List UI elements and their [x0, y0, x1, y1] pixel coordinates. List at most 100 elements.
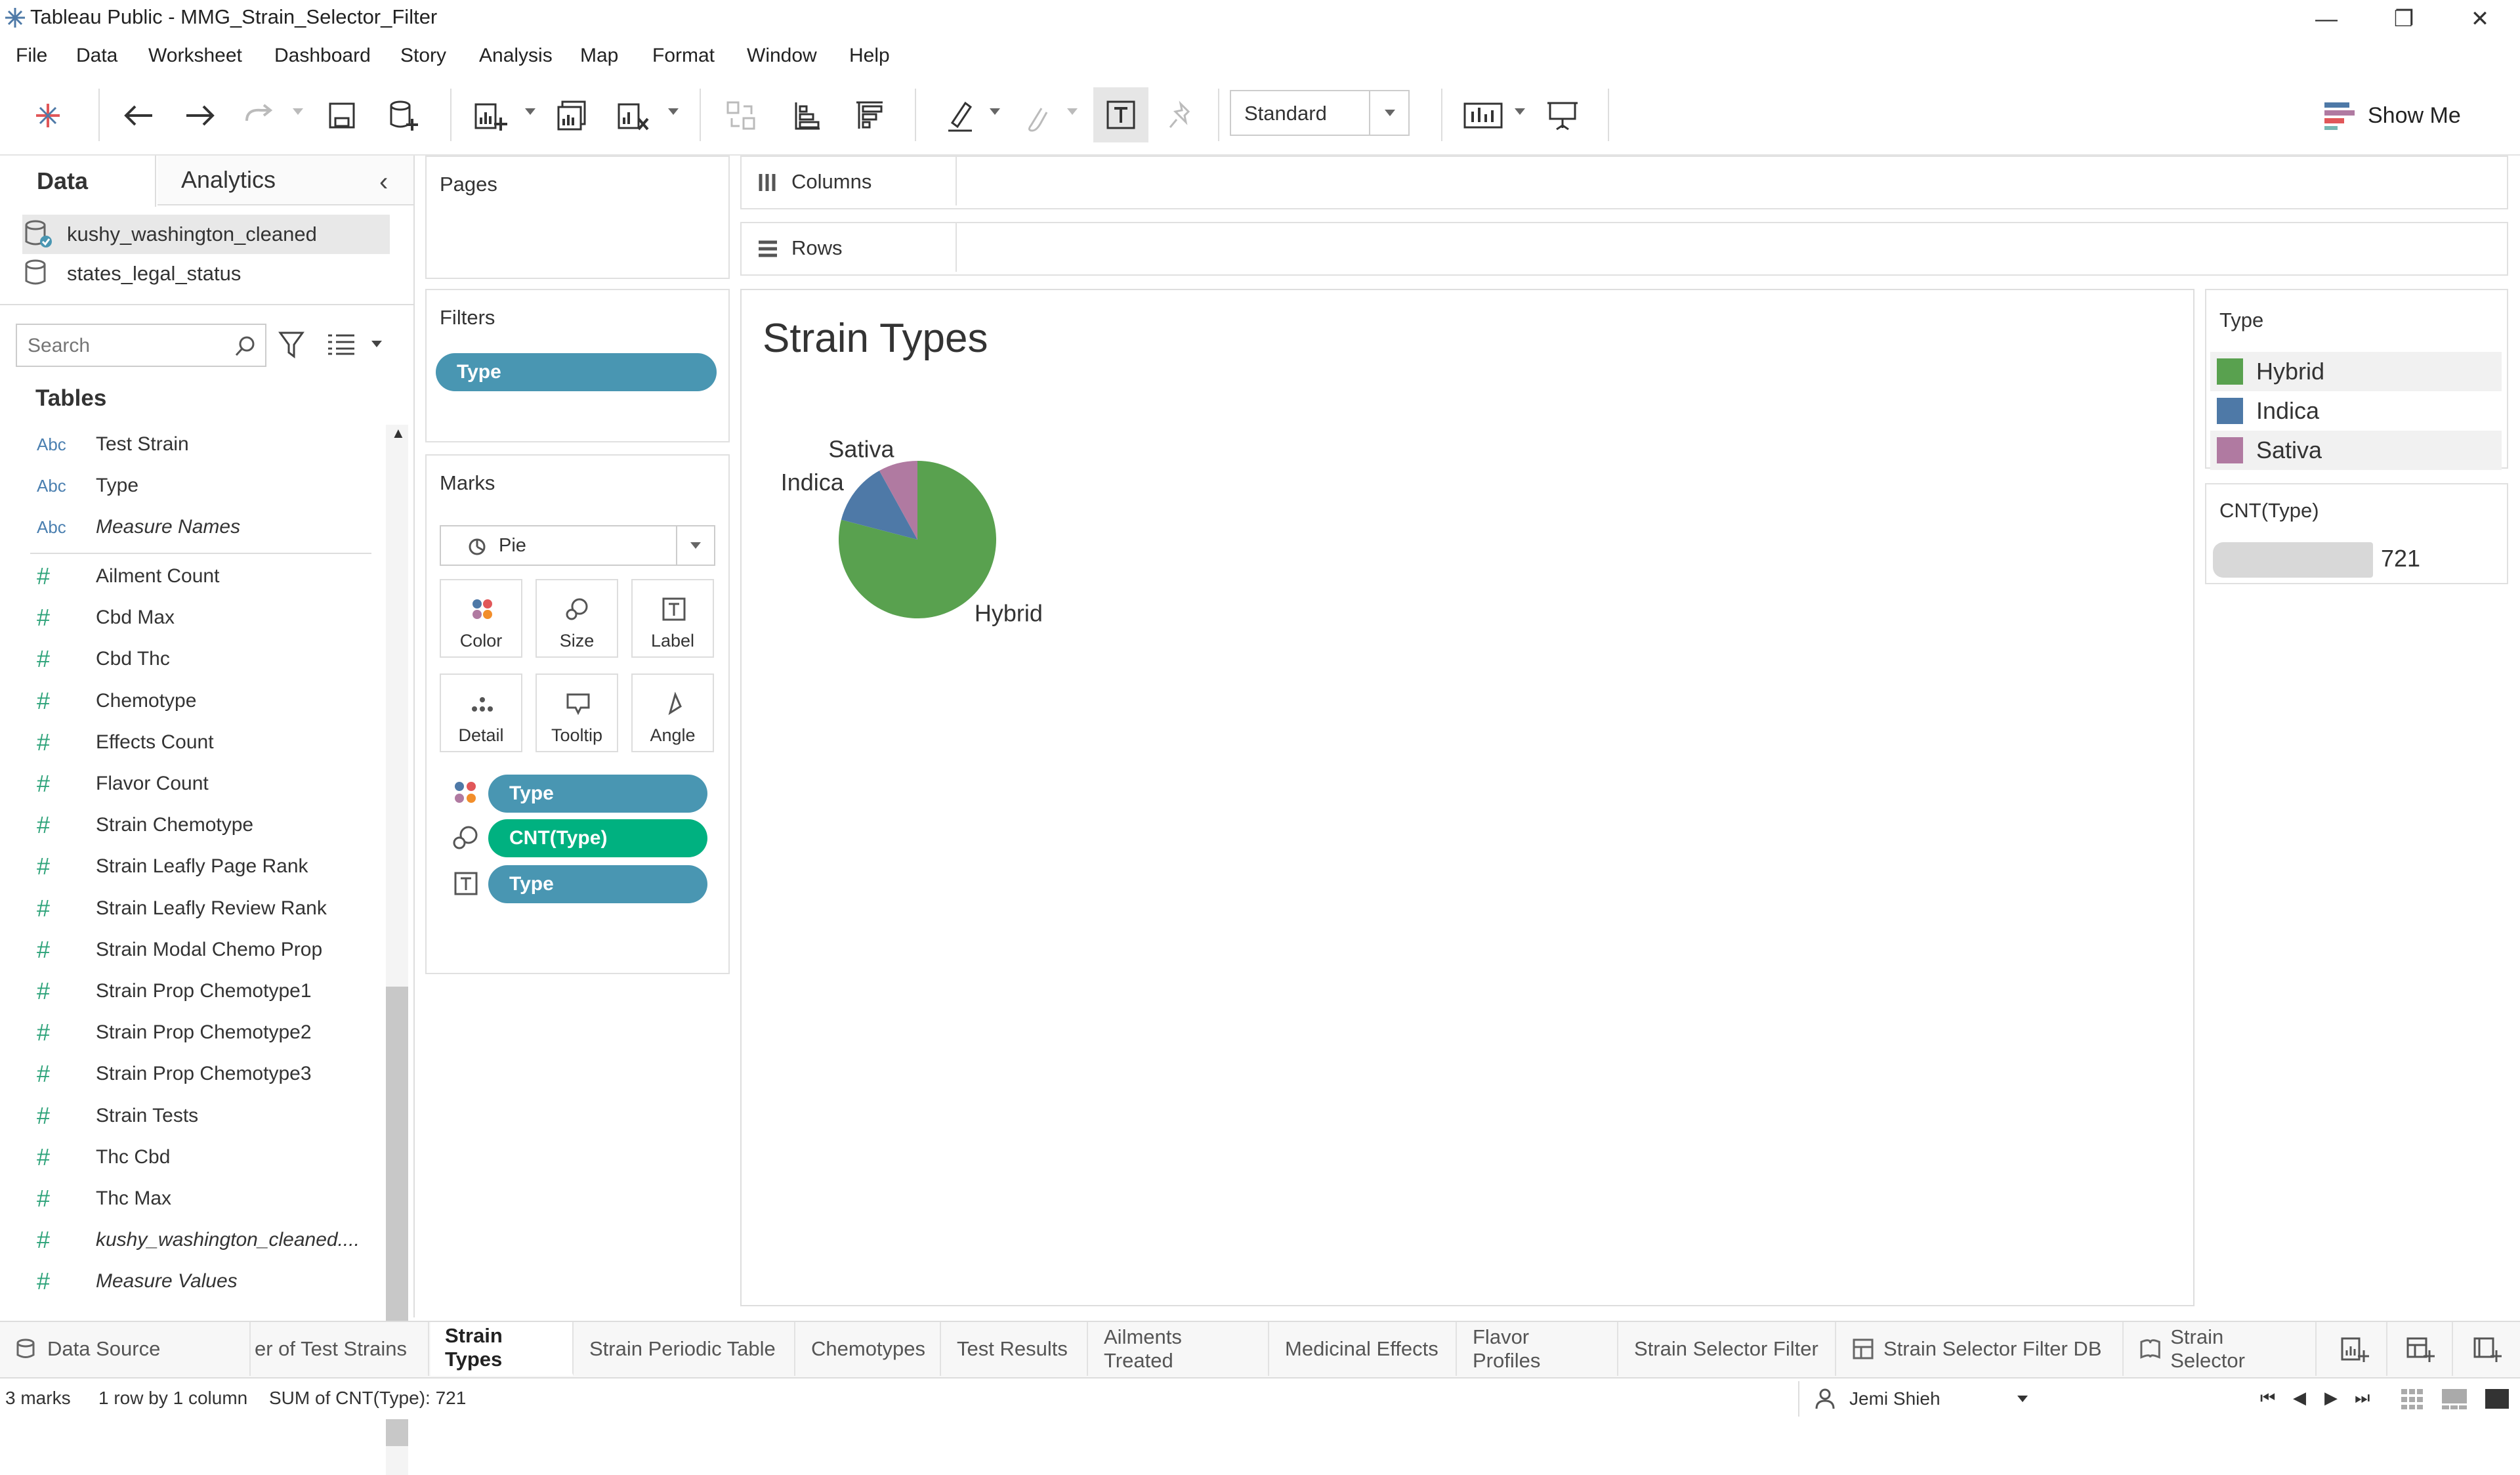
view-list-icon[interactable] — [327, 333, 356, 356]
user-menu[interactable]: Jemi Shieh — [1798, 1381, 2041, 1417]
color-legend[interactable]: Type Hybrid Indica Sativa — [2205, 289, 2508, 470]
show-mark-labels-icon[interactable] — [1093, 87, 1148, 142]
measure-field[interactable]: # Effects Count — [37, 723, 214, 762]
new-worksheet-tab-icon[interactable] — [2323, 1322, 2387, 1376]
highlight-icon[interactable] — [937, 93, 983, 139]
filmstrip-icon[interactable] — [2441, 1388, 2468, 1410]
sort-descending-icon[interactable] — [847, 93, 892, 139]
sort-ascending-icon[interactable] — [784, 93, 830, 139]
tab-strain-selector[interactable]: Strain Selector — [2125, 1322, 2317, 1376]
measure-field[interactable]: # Chemotype — [37, 681, 196, 721]
menu-window[interactable]: Window — [747, 45, 817, 67]
tab-strain-periodic-table[interactable]: Strain Periodic Table — [575, 1322, 795, 1376]
menu-worksheet[interactable]: Worksheet — [148, 45, 242, 67]
tab-strain-types[interactable]: Strain Types — [430, 1322, 574, 1376]
presentation-mode-icon[interactable] — [1540, 93, 1586, 139]
measure-field[interactable]: # Strain Prop Chemotype1 — [37, 972, 312, 1011]
clear-sheet-icon[interactable] — [610, 93, 656, 139]
save-icon[interactable] — [319, 93, 365, 139]
filters-shelf[interactable]: Filters Type — [425, 289, 730, 442]
marks-color-button[interactable]: Color — [440, 579, 522, 658]
dimension-field[interactable]: Abc Type — [37, 466, 138, 505]
tab-analytics[interactable]: Analytics — [158, 156, 413, 205]
search-input[interactable] — [26, 331, 226, 360]
measure-field[interactable]: # Flavor Count — [37, 764, 209, 803]
legend-item-hybrid[interactable]: Hybrid — [2210, 352, 2502, 391]
restore-button[interactable]: ❐ — [2368, 0, 2440, 38]
new-story-tab-icon[interactable] — [2454, 1322, 2520, 1376]
undo-icon[interactable] — [116, 93, 161, 139]
worksheet-view[interactable]: Strain Types Hybrid Indica Sativa — [740, 289, 2194, 1306]
measure-field[interactable]: # Strain Prop Chemotype2 — [37, 1013, 312, 1052]
menu-map[interactable]: Map — [580, 45, 618, 67]
new-worksheet-icon[interactable] — [467, 93, 513, 139]
menu-analysis[interactable]: Analysis — [479, 45, 553, 67]
chevron-down-icon[interactable] — [371, 341, 382, 347]
menu-dashboard[interactable]: Dashboard — [274, 45, 371, 67]
menu-story[interactable]: Story — [400, 45, 446, 67]
menu-file[interactable]: File — [16, 45, 47, 67]
legend-item-indica[interactable]: Indica — [2210, 391, 2502, 431]
mark-type-dropdown[interactable]: Pie — [440, 525, 715, 566]
sheet-sorter-icon[interactable] — [2401, 1388, 2424, 1410]
measure-field[interactable]: # Thc Max — [37, 1179, 171, 1218]
measure-field[interactable]: # Strain Prop Chemotype3 — [37, 1054, 312, 1094]
measure-field[interactable]: # Strain Chemotype — [37, 805, 253, 845]
measure-field[interactable]: # Strain Leafly Page Rank — [37, 847, 308, 886]
new-datasource-icon[interactable] — [381, 93, 427, 139]
minimize-button[interactable]: — — [2290, 0, 2362, 38]
tab-test-results[interactable]: Test Results — [942, 1322, 1088, 1376]
normal-view-icon[interactable] — [2485, 1388, 2510, 1410]
legend-item-sativa[interactable]: Sativa — [2210, 431, 2502, 470]
measure-field[interactable]: # Strain Modal Chemo Prop — [37, 930, 322, 970]
first-sheet-icon[interactable]: ⏮ — [2260, 1388, 2275, 1409]
tableau-home-icon[interactable] — [25, 93, 71, 139]
tab-number-of-test-strains[interactable]: er of Test Strains — [252, 1322, 429, 1376]
tab-chemotypes[interactable]: Chemotypes — [797, 1322, 941, 1376]
columns-shelf[interactable]: Columns — [740, 156, 2508, 209]
duplicate-sheet-icon[interactable] — [550, 93, 596, 139]
marks-pill-size-cnt[interactable]: CNT(Type) — [488, 819, 707, 857]
next-sheet-icon[interactable]: ▶ — [2324, 1388, 2338, 1408]
redo-icon[interactable] — [177, 93, 223, 139]
measure-field[interactable]: # Ailment Count — [37, 557, 219, 596]
measure-field[interactable]: # Strain Leafly Review Rank — [37, 889, 327, 928]
tab-flavor-profiles[interactable]: Flavor Profiles — [1458, 1322, 1618, 1376]
dimension-field[interactable]: Abc Measure Names — [37, 507, 240, 547]
measure-field[interactable]: # Cbd Max — [37, 598, 175, 637]
datasource-states[interactable]: states_legal_status — [22, 254, 390, 293]
tab-medicinal-effects[interactable]: Medicinal Effects — [1270, 1322, 1457, 1376]
marks-detail-button[interactable]: Detail — [440, 673, 522, 752]
new-dashboard-tab-icon[interactable] — [2389, 1322, 2453, 1376]
tab-ailments-treated[interactable]: Ailments Treated — [1089, 1322, 1269, 1376]
close-button[interactable]: ✕ — [2444, 0, 2516, 38]
datasource-kushy[interactable]: kushy_washington_cleaned — [22, 215, 390, 254]
pages-shelf[interactable]: Pages — [425, 156, 730, 279]
measure-field[interactable]: # Thc Cbd — [37, 1138, 170, 1177]
filter-icon[interactable] — [278, 330, 304, 359]
measure-field[interactable]: # Strain Tests — [37, 1096, 198, 1136]
field-search-box[interactable] — [16, 324, 266, 367]
rows-shelf[interactable]: Rows — [740, 222, 2508, 276]
collapse-pane-icon[interactable]: ‹ — [379, 167, 388, 197]
pie-chart[interactable]: Hybrid Indica Sativa — [742, 290, 2193, 1305]
measure-field[interactable]: # Measure Values — [37, 1262, 238, 1301]
marks-pill-color-type[interactable]: Type — [488, 775, 707, 813]
dimension-field[interactable]: Abc Test Strain — [37, 425, 189, 464]
show-cards-icon[interactable] — [1461, 93, 1507, 139]
marks-label-button[interactable]: Label — [631, 579, 714, 658]
field-list-scrollbar[interactable]: ▲ — [386, 425, 408, 1475]
filter-pill-type[interactable]: Type — [436, 353, 717, 391]
marks-angle-button[interactable]: Angle — [631, 673, 714, 752]
size-legend[interactable]: CNT(Type) 721 — [2205, 483, 2508, 584]
marks-tooltip-button[interactable]: Tooltip — [536, 673, 618, 752]
scroll-up-icon[interactable]: ▲ — [391, 425, 406, 442]
tab-data-source[interactable]: Data Source — [0, 1322, 251, 1376]
tab-strain-selector-filter[interactable]: Strain Selector Filter — [1620, 1322, 1836, 1376]
last-sheet-icon[interactable]: ⏭ — [2355, 1388, 2370, 1409]
marks-size-button[interactable]: Size — [536, 579, 618, 658]
prev-sheet-icon[interactable]: ◀ — [2293, 1388, 2306, 1408]
menu-format[interactable]: Format — [652, 45, 715, 67]
measure-field[interactable]: # Cbd Thc — [37, 639, 170, 679]
tab-strain-selector-filter-db[interactable]: Strain Selector Filter DB — [1838, 1322, 2124, 1376]
